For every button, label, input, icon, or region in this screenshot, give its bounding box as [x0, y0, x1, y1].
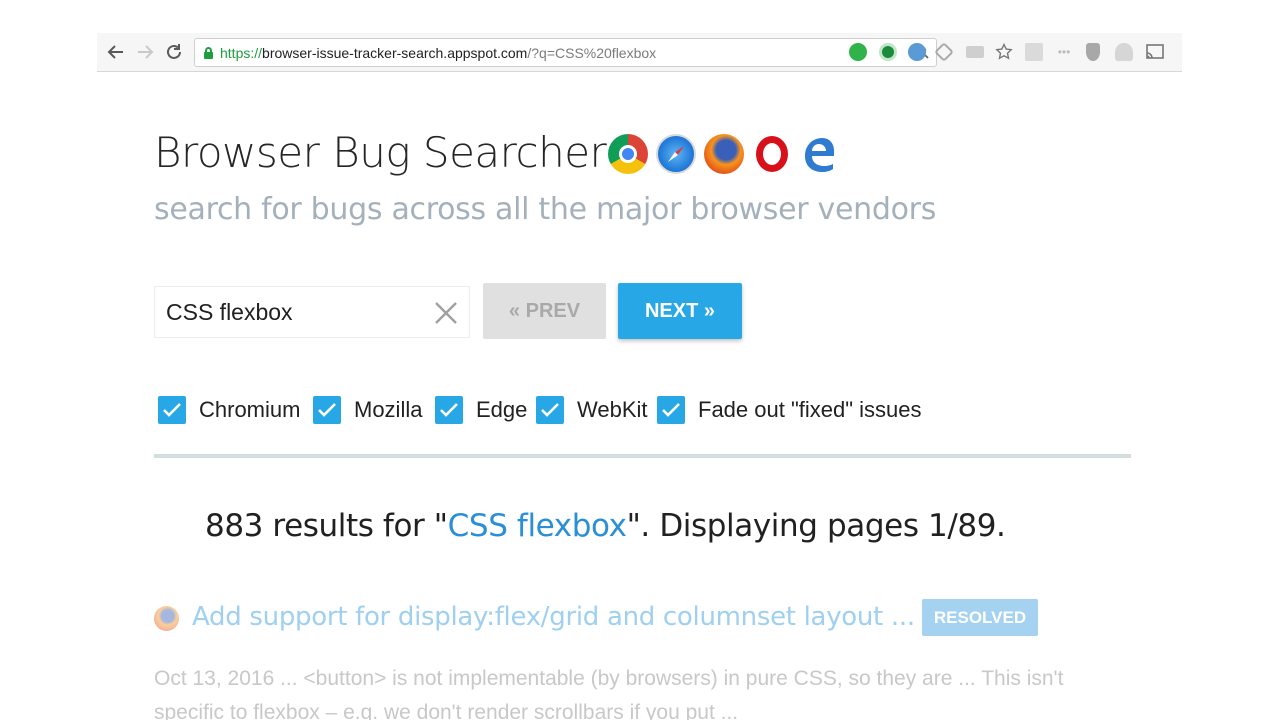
mozilla-checkbox[interactable] — [313, 396, 341, 424]
result-snippet: Oct 13, 2016 ... <button> is not impleme… — [154, 667, 1064, 720]
page-subtitle: search for bugs across all the major bro… — [154, 192, 937, 227]
filter-label: Mozilla — [354, 397, 423, 422]
blue-extension-icon[interactable] — [908, 43, 926, 61]
filter-label: WebKit — [577, 397, 648, 422]
filter-label: Chromium — [199, 397, 301, 422]
chrome-logo-icon — [608, 134, 648, 174]
status-badge: RESOLVED — [922, 599, 1038, 636]
chromium-checkbox[interactable] — [158, 396, 186, 424]
checkmark-icon — [440, 403, 458, 417]
filter-webkit[interactable]: WebKit — [536, 396, 648, 424]
checkmark-icon — [541, 403, 559, 417]
webkit-checkbox[interactable] — [536, 396, 564, 424]
cloud-extension-icon[interactable] — [1115, 43, 1133, 61]
back-button[interactable] — [104, 40, 128, 64]
reload-icon — [167, 44, 181, 59]
filter-label: Fade out "fixed" issues — [698, 397, 922, 422]
cast-icon[interactable] — [1145, 43, 1164, 61]
clear-icon[interactable] — [433, 300, 459, 326]
next-button[interactable]: NEXT » — [618, 283, 742, 339]
checkmark-icon — [163, 403, 181, 417]
forward-arrow-icon — [138, 45, 154, 59]
result-title-link[interactable]: Add support for display:flex/grid and co… — [192, 602, 915, 632]
filter-edge[interactable]: Edge — [435, 396, 527, 424]
firefox-icon — [154, 606, 179, 631]
diamond-extension-icon[interactable] — [934, 42, 954, 62]
filter-label: Edge — [476, 397, 528, 422]
bookmark-star-icon[interactable] — [995, 42, 1013, 61]
card-extension-icon[interactable] — [966, 46, 984, 58]
page-title: Browser Bug Searcher — [154, 128, 607, 177]
filter-fade-fixed[interactable]: Fade out "fixed" issues — [657, 396, 922, 424]
person-extension-icon[interactable] — [1086, 43, 1100, 61]
checkmark-icon — [662, 403, 680, 417]
opera-logo-icon — [752, 134, 792, 174]
edge-checkbox[interactable] — [435, 396, 463, 424]
dots-extension-icon[interactable]: ••• — [1055, 43, 1073, 61]
forward-button[interactable] — [133, 40, 157, 64]
filter-mozilla[interactable]: Mozilla — [313, 396, 422, 424]
hangouts-extension-icon[interactable] — [849, 43, 867, 61]
search-input[interactable] — [155, 287, 425, 337]
page-header: Browser Bug Searcher — [154, 128, 607, 177]
firefox-logo-icon — [704, 134, 744, 174]
results-summary: 883 results for "CSS flexbox". Displayin… — [205, 508, 1006, 544]
address-bar[interactable]: https://browser-issue-tracker-search.app… — [194, 38, 937, 67]
green-extension-icon[interactable] — [879, 43, 897, 61]
prev-button[interactable]: « PREV — [483, 283, 606, 339]
search-box — [154, 286, 470, 338]
back-arrow-icon — [107, 45, 123, 59]
fade-fixed-checkbox[interactable] — [657, 396, 685, 424]
query-link[interactable]: CSS flexbox — [448, 508, 627, 544]
safari-logo-icon — [656, 134, 696, 174]
reload-button[interactable] — [162, 40, 186, 64]
divider — [154, 454, 1131, 458]
browser-toolbar: https://browser-issue-tracker-search.app… — [97, 33, 1182, 72]
url-text: https://browser-issue-tracker-search.app… — [220, 45, 657, 61]
page-extension-icon[interactable] — [1025, 43, 1043, 61]
lock-icon — [204, 47, 213, 59]
checkmark-icon — [318, 403, 336, 417]
edge-logo-icon — [800, 134, 840, 174]
filter-chromium[interactable]: Chromium — [158, 396, 300, 424]
